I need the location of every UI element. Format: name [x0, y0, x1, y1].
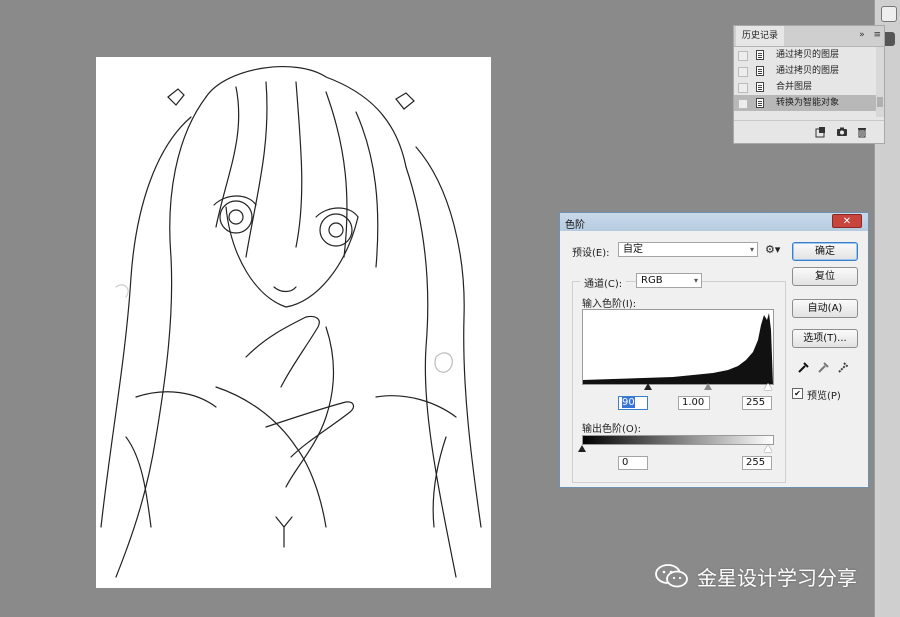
channel-label: 通道(C): [580, 275, 627, 290]
input-gamma-slider[interactable] [704, 383, 712, 390]
history-item[interactable]: 通过拷贝的图层 [734, 47, 884, 63]
black-eyedropper-icon[interactable] [798, 361, 810, 376]
line-art-sketch [100, 66, 482, 578]
output-white-slider[interactable] [764, 445, 772, 452]
ok-button[interactable]: 确定 [792, 242, 858, 261]
dialog-titlebar[interactable]: 色阶 ✕ [560, 213, 868, 231]
input-black-slider[interactable] [644, 383, 652, 390]
auto-button[interactable]: 自动(A) [792, 299, 858, 318]
document-canvas[interactable] [96, 57, 491, 588]
gray-eyedropper-icon[interactable] [818, 361, 830, 376]
white-eyedropper-icon[interactable] [838, 361, 850, 376]
history-tab[interactable]: 历史记录 [736, 26, 785, 46]
input-white-slider[interactable] [764, 383, 772, 390]
dialog-title: 色阶 [565, 220, 585, 231]
preset-label: 预设(E): [572, 248, 610, 259]
document-state-icon [756, 66, 764, 76]
document-state-icon [756, 98, 764, 108]
document-state-icon [756, 82, 764, 92]
history-item[interactable]: 合并图层 [734, 79, 884, 95]
input-levels-label: 输入色阶(I): [582, 299, 637, 310]
trash-icon[interactable] [856, 126, 868, 141]
levels-dialog: 色阶 ✕ 预设(E): 自定 ▾ ⚙▾ 通道(C): RGB ▾ 输入色阶(I)… [559, 212, 869, 488]
panel-header-icons: » ≡ [859, 30, 881, 40]
histogram-graph [583, 313, 773, 384]
reset-button[interactable]: 复位 [792, 267, 858, 286]
close-button[interactable]: ✕ [832, 214, 862, 228]
options-button[interactable]: 选项(T)... [792, 329, 858, 348]
output-black-slider[interactable] [578, 445, 586, 452]
snapshot-checkbox[interactable] [738, 51, 748, 61]
gear-icon[interactable]: ⚙▾ [765, 243, 780, 256]
snapshot-checkbox[interactable] [738, 83, 748, 93]
channel-value: RGB [641, 275, 663, 286]
input-black-field[interactable]: 90 [618, 396, 648, 410]
panel-toggle-icon[interactable] [881, 6, 897, 22]
history-item-label: 通过拷贝的图层 [776, 66, 840, 76]
history-item-label: 转换为智能对象 [776, 98, 840, 108]
wechat-icon [655, 564, 688, 588]
input-gamma-field[interactable]: 1.00 [678, 396, 710, 410]
history-bottom-bar [734, 120, 884, 143]
double-chevron-right-icon[interactable]: » [859, 30, 865, 40]
output-black-field[interactable]: 0 [618, 456, 648, 470]
input-white-field[interactable]: 255 [742, 396, 772, 410]
history-tabbar: 历史记录 » ≡ [734, 26, 884, 47]
input-black-value: 90 [622, 397, 635, 408]
output-white-field[interactable]: 255 [742, 456, 772, 470]
scrollbar-thumb[interactable] [877, 97, 883, 107]
history-panel: 历史记录 » ≡ 通过拷贝的图层 通过拷贝的图层 合并图层 转换为智能对象 [733, 25, 885, 144]
history-scrollbar[interactable] [876, 47, 884, 117]
preview-checkbox[interactable]: ✔ [792, 388, 803, 399]
snapshot-checkbox[interactable] [738, 99, 748, 109]
document-state-icon [756, 50, 764, 60]
output-gradient [582, 435, 774, 445]
histogram [582, 309, 774, 385]
output-levels-label: 输出色阶(O): [582, 424, 642, 435]
new-document-from-state-icon[interactable] [814, 126, 826, 141]
preset-value: 自定 [623, 244, 643, 255]
chevron-down-icon: ▾ [693, 276, 698, 285]
chevron-down-icon: ▾ [749, 245, 754, 254]
channel-select[interactable]: RGB ▾ [636, 273, 702, 288]
history-item-label: 合并图层 [776, 82, 813, 92]
preset-select[interactable]: 自定 ▾ [618, 242, 758, 257]
watermark-text: 金星设计学习分享 [697, 566, 857, 590]
history-item[interactable]: 通过拷贝的图层 [734, 63, 884, 79]
history-item-label: 通过拷贝的图层 [776, 50, 840, 60]
history-item-selected[interactable]: 转换为智能对象 [734, 95, 884, 111]
snapshot-checkbox[interactable] [738, 67, 748, 77]
hamburger-menu-icon[interactable]: ≡ [873, 30, 881, 40]
camera-snapshot-icon[interactable] [836, 126, 848, 141]
preview-label: 预览(P) [807, 391, 841, 402]
